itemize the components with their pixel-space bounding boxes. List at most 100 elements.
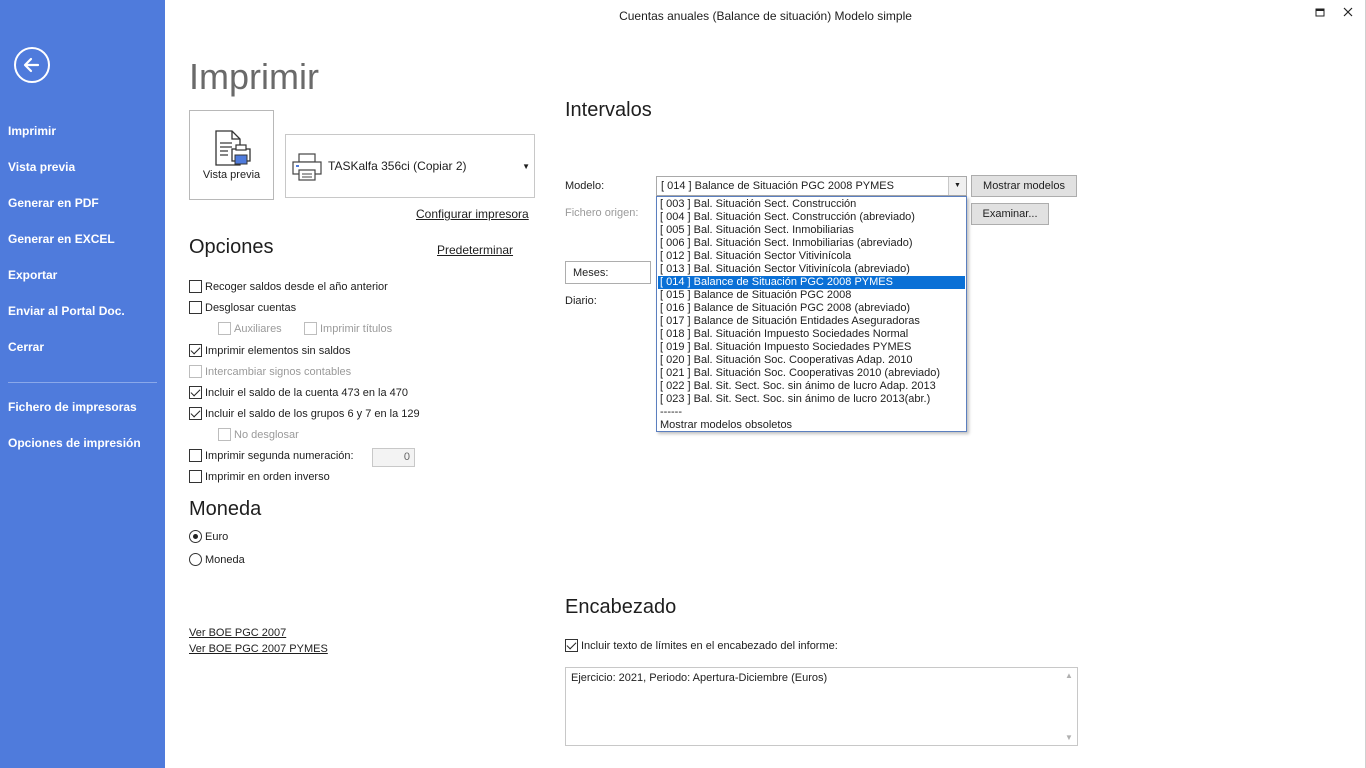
checkbox-label: Incluir texto de límites en el encabezad… — [581, 639, 838, 652]
checkbox-label: Incluir el saldo de la cuenta 473 en la … — [205, 386, 409, 399]
model-label: Modelo: — [565, 180, 605, 192]
dropdown-item[interactable]: [ 013 ] Bal. Situación Sector Vitiviníco… — [658, 263, 965, 276]
checkbox-no-desglosar: No desglosar — [218, 428, 299, 441]
checkbox-box[interactable] — [189, 344, 202, 357]
dropdown-item[interactable]: [ 020 ] Bal. Situación Soc. Cooperativas… — [658, 354, 965, 367]
browse-button[interactable]: Examinar... — [971, 203, 1049, 225]
sidebar-item-cerrar[interactable]: Cerrar — [8, 340, 44, 354]
checkbox-box[interactable] — [189, 301, 202, 314]
configure-printer-link[interactable]: Configurar impresora — [416, 207, 529, 221]
document-printer-icon — [215, 130, 251, 166]
checkbox-box — [218, 322, 231, 335]
checkbox-orden-inverso[interactable]: Imprimir en orden inverso — [189, 470, 330, 483]
checkbox-recoger-saldos[interactable]: Recoger saldos desde el año anterior — [189, 280, 388, 293]
dropdown-separator: ------ — [660, 406, 682, 418]
sidebar: Imprimir Vista previa Generar en PDF Gen… — [0, 0, 165, 768]
second-numbering-input: 0 — [372, 448, 415, 467]
chevron-down-icon[interactable]: ▼ — [948, 177, 966, 195]
checkbox-auxiliares: Auxiliares — [218, 322, 282, 335]
dropdown-item[interactable]: [ 006 ] Bal. Situación Sect. Inmobiliari… — [658, 237, 965, 250]
dropdown-item[interactable]: [ 018 ] Bal. Situación Impuesto Sociedad… — [658, 328, 965, 341]
checkbox-label: Imprimir títulos — [320, 322, 393, 335]
dropdown-item-selected[interactable]: [ 014 ] Balance de Situación PGC 2008 PY… — [658, 276, 965, 289]
sidebar-item-vista-previa[interactable]: Vista previa — [8, 160, 75, 174]
checkbox-elementos-sin-saldos[interactable]: Imprimir elementos sin saldos — [189, 344, 351, 357]
sidebar-item-generar-excel[interactable]: Generar en EXCEL — [8, 232, 115, 246]
printer-select[interactable]: TASKalfa 356ci (Copiar 2) ▼ — [285, 134, 535, 198]
boe-pgc-2007-link[interactable]: Ver BOE PGC 2007 — [189, 627, 286, 639]
checkbox-cuenta-473[interactable]: Incluir el saldo de la cuenta 473 en la … — [189, 386, 408, 399]
intervals-heading: Intervalos — [565, 99, 652, 121]
checkbox-box[interactable] — [189, 449, 202, 462]
checkbox-intercambiar-signos: Intercambiar signos contables — [189, 365, 351, 378]
maximize-button[interactable] — [1310, 4, 1330, 22]
chevron-down-icon: ▼ — [522, 162, 530, 171]
radio-label: Euro — [205, 530, 229, 543]
checkbox-label: Imprimir en orden inverso — [205, 470, 330, 483]
boe-pgc-2007-pymes-link[interactable]: Ver BOE PGC 2007 PYMES — [189, 643, 328, 655]
printer-icon — [292, 153, 322, 181]
checkbox-label: Recoger saldos desde el año anterior — [205, 280, 388, 293]
dropdown-item[interactable]: [ 004 ] Bal. Situación Sect. Construcció… — [658, 211, 965, 224]
dropdown-item[interactable]: [ 023 ] Bal. Sit. Sect. Soc. sin ánimo d… — [658, 393, 965, 406]
close-button[interactable] — [1338, 4, 1358, 22]
sidebar-item-imprimir[interactable]: Imprimir — [8, 124, 56, 138]
checkbox-box[interactable] — [189, 470, 202, 483]
radio-button[interactable] — [189, 530, 202, 543]
sidebar-item-enviar-portal[interactable]: Enviar al Portal Doc. — [8, 304, 125, 318]
back-arrow-icon — [23, 57, 40, 73]
checkbox-box[interactable] — [189, 280, 202, 293]
radio-button[interactable] — [189, 553, 202, 566]
vertical-scrollbar[interactable]: ▲ ▼ — [1062, 668, 1077, 745]
checkbox-desglosar-cuentas[interactable]: Desglosar cuentas — [189, 301, 296, 314]
checkbox-segunda-numeracion[interactable]: Imprimir segunda numeración: — [189, 449, 354, 462]
dropdown-item[interactable]: [ 003 ] Bal. Situación Sect. Construcció… — [658, 198, 965, 211]
source-file-label: Fichero origen: — [565, 207, 639, 219]
checkbox-include-limits[interactable]: Incluir texto de límites en el encabezad… — [565, 639, 838, 652]
radio-label: Moneda — [205, 553, 245, 566]
dropdown-item[interactable]: [ 012 ] Bal. Situación Sector Vitiviníco… — [658, 250, 965, 263]
checkbox-grupos-6-7[interactable]: Incluir el saldo de los grupos 6 y 7 en … — [189, 407, 420, 420]
sidebar-item-exportar[interactable]: Exportar — [8, 268, 57, 282]
checkbox-imprimir-titulos: Imprimir títulos — [304, 322, 392, 335]
months-tab[interactable]: Meses: — [565, 261, 651, 284]
model-select[interactable]: [ 014 ] Balance de Situación PGC 2008 PY… — [656, 176, 967, 196]
dropdown-item[interactable]: [ 015 ] Balance de Situación PGC 2008 — [658, 289, 965, 302]
dropdown-item[interactable]: [ 022 ] Bal. Sit. Sect. Soc. sin ánimo d… — [658, 380, 965, 393]
dropdown-item[interactable]: [ 021 ] Bal. Situación Soc. Cooperativas… — [658, 367, 965, 380]
dropdown-item[interactable]: [ 016 ] Balance de Situación PGC 2008 (a… — [658, 302, 965, 315]
radio-moneda[interactable]: Moneda — [189, 553, 245, 566]
show-models-button[interactable]: Mostrar modelos — [971, 175, 1077, 197]
scroll-up-icon[interactable]: ▲ — [1065, 671, 1073, 680]
default-link[interactable]: Predeterminar — [437, 243, 513, 257]
maximize-icon — [1315, 8, 1325, 17]
journal-label: Diario: — [565, 295, 597, 307]
dropdown-item-show-obsolete[interactable]: Mostrar modelos obsoletos — [658, 419, 965, 432]
sidebar-item-generar-pdf[interactable]: Generar en PDF — [8, 196, 99, 210]
months-label: Meses: — [573, 267, 609, 279]
back-button[interactable] — [14, 47, 50, 83]
checkbox-box[interactable] — [565, 639, 578, 652]
checkbox-box[interactable] — [189, 386, 202, 399]
checkbox-label: Auxiliares — [234, 322, 282, 335]
checkbox-box[interactable] — [189, 407, 202, 420]
preview-button[interactable]: Vista previa — [189, 110, 274, 200]
dropdown-item[interactable]: [ 019 ] Bal. Situación Impuesto Sociedad… — [658, 341, 965, 354]
currency-heading: Moneda — [189, 498, 262, 520]
dropdown-item[interactable]: [ 017 ] Balance de Situación Entidades A… — [658, 315, 965, 328]
scroll-down-icon[interactable]: ▼ — [1065, 733, 1073, 742]
checkbox-label: Imprimir elementos sin saldos — [205, 344, 351, 357]
dropdown-item[interactable]: [ 005 ] Bal. Situación Sect. Inmobiliari… — [658, 224, 965, 237]
preview-label: Vista previa — [202, 169, 261, 181]
sidebar-item-opciones-impresion[interactable]: Opciones de impresión — [8, 436, 141, 450]
header-heading: Encabezado — [565, 596, 677, 618]
close-icon — [1343, 7, 1353, 17]
checkbox-box — [218, 428, 231, 441]
model-dropdown-list[interactable]: [ 003 ] Bal. Situación Sect. Construcció… — [656, 196, 967, 432]
sidebar-item-fichero-impresoras[interactable]: Fichero de impresoras — [8, 400, 137, 414]
header-text-area[interactable]: Ejercicio: 2021, Periodo: Apertura-Dicie… — [565, 667, 1078, 746]
checkbox-label: Desglosar cuentas — [205, 301, 297, 314]
radio-euro[interactable]: Euro — [189, 530, 228, 543]
checkbox-label: No desglosar — [234, 428, 299, 441]
window-title: Cuentas anuales (Balance de situación) M… — [619, 9, 912, 23]
